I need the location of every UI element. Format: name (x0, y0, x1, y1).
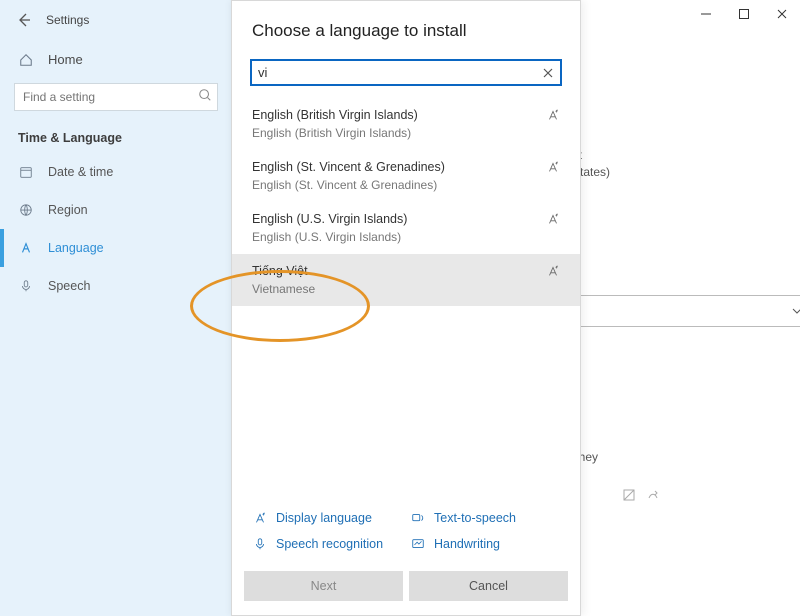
sidebar-item-label: Region (48, 203, 88, 217)
sidebar-item-label: Date & time (48, 165, 113, 179)
feature-legend: Display language Text-to-speech Speech r… (232, 499, 580, 563)
language-name: English (St. Vincent & Grenadines) (252, 160, 530, 174)
sidebar-item-speech[interactable]: Speech (0, 267, 232, 305)
bg-text: mat (562, 148, 762, 162)
legend-label: Display language (276, 511, 372, 525)
bg-dropdown[interactable] (552, 295, 800, 327)
language-item[interactable]: English (St. Vincent & Grenadines) Engli… (232, 150, 580, 202)
microphone-icon (18, 279, 34, 293)
language-sub: Vietnamese (252, 282, 530, 296)
sidebar-item-date-time[interactable]: Date & time (0, 153, 232, 191)
language-item[interactable]: English (British Virgin Islands) English… (232, 98, 580, 150)
bg-text: his (562, 350, 762, 364)
chevron-down-icon (791, 305, 800, 317)
text-to-speech-icon (410, 511, 426, 525)
sidebar-search-input[interactable] (14, 83, 218, 111)
window-title: Settings (46, 13, 89, 27)
legend-label: Text-to-speech (434, 511, 516, 525)
display-language-icon (546, 264, 560, 278)
language-sub: English (British Virgin Islands) (252, 126, 530, 140)
display-language-icon (546, 160, 560, 174)
language-install-dialog: Choose a language to install English (Br… (231, 0, 581, 616)
search-icon (198, 88, 212, 102)
bg-icons (622, 488, 660, 502)
language-item[interactable]: English (U.S. Virgin Islands) English (U… (232, 202, 580, 254)
next-button[interactable]: Next (244, 571, 403, 601)
sidebar-item-label: Speech (48, 279, 90, 293)
language-search-input[interactable] (258, 65, 542, 80)
settings-sidebar: Settings Home Time & Language Date & tim… (0, 0, 232, 616)
sidebar-item-label: Language (48, 241, 104, 255)
bg-text: at they (562, 450, 762, 464)
language-item-selected[interactable]: Tiếng Việt Vietnamese (232, 254, 580, 306)
legend-label: Handwriting (434, 537, 500, 551)
handwriting-icon (410, 537, 426, 551)
language-a-icon (18, 241, 34, 255)
bg-text: d States) (562, 165, 762, 179)
language-sub: English (U.S. Virgin Islands) (252, 230, 530, 244)
language-sub: English (St. Vincent & Grenadines) (252, 178, 530, 192)
language-name: Tiếng Việt (252, 264, 530, 278)
back-button[interactable] (14, 10, 34, 30)
sidebar-home[interactable]: Home (0, 42, 232, 77)
clear-icon[interactable] (542, 67, 554, 79)
display-language-icon (546, 108, 560, 122)
display-language-icon (546, 212, 560, 226)
sidebar-home-label: Home (48, 52, 83, 67)
sidebar-item-region[interactable]: Region (0, 191, 232, 229)
language-list: English (British Virgin Islands) English… (232, 98, 580, 499)
legend-label: Speech recognition (276, 537, 383, 551)
dialog-title: Choose a language to install (252, 21, 560, 41)
home-icon (18, 53, 34, 67)
language-search[interactable] (250, 59, 562, 86)
sidebar-item-language[interactable]: Language (0, 229, 232, 267)
language-name: English (British Virgin Islands) (252, 108, 530, 122)
sidebar-search[interactable] (14, 83, 218, 111)
cancel-button[interactable]: Cancel (409, 571, 568, 601)
sidebar-category: Time & Language (0, 123, 232, 153)
language-name: English (U.S. Virgin Islands) (252, 212, 530, 226)
display-language-icon (252, 511, 268, 525)
calendar-icon (18, 165, 34, 179)
speech-recognition-icon (252, 537, 268, 551)
globe-icon (18, 203, 34, 217)
